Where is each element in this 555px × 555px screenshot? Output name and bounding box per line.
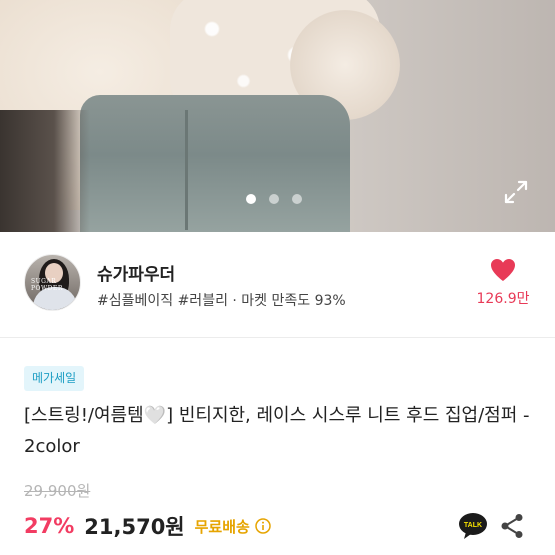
product-title: [스트링!/여름템🤍] 빈티지한, 레이스 시스루 니트 후드 집업/점퍼 - … xyxy=(24,405,530,457)
image-jeans-seam xyxy=(185,110,188,230)
discount-rate: 27% xyxy=(24,514,75,538)
like-count: 126.9만 xyxy=(476,291,530,307)
carousel-dot-2[interactable] xyxy=(269,194,279,204)
original-price: 29,900원 xyxy=(24,482,91,500)
sale-badge: 메가세일 xyxy=(24,366,85,391)
like-button[interactable]: 126.9만 xyxy=(470,258,536,308)
carousel-dot-3[interactable] xyxy=(292,194,302,204)
share-icon[interactable] xyxy=(500,513,524,539)
image-jeans xyxy=(80,95,350,232)
kakao-talk-icon[interactable]: TALK xyxy=(458,512,488,540)
carousel-dot-1[interactable] xyxy=(246,194,256,204)
image-shadow xyxy=(0,110,90,232)
svg-text:TALK: TALK xyxy=(464,522,482,529)
free-shipping-label: 무료배송 xyxy=(194,517,250,536)
price-row: 27% 21,570원 무료배송 xyxy=(24,510,271,542)
seller-tags: #심플베이직 #러블리 · 마켓 만족도 93% xyxy=(97,293,346,309)
avatar-logo-text: SUGAR POWDER xyxy=(31,278,63,292)
seller-name[interactable]: 슈가파우더 xyxy=(97,260,175,285)
heart-icon xyxy=(491,259,515,281)
sale-price: 21,570원 xyxy=(84,515,185,539)
section-divider xyxy=(0,337,555,338)
product-image-carousel[interactable] xyxy=(0,0,555,232)
seller-section: SUGAR POWDER 슈가파우더 #심플베이직 #러블리 · 마켓 만족도 … xyxy=(0,232,555,338)
carousel-indicator xyxy=(246,194,302,204)
info-icon[interactable] xyxy=(255,518,271,534)
expand-icon[interactable] xyxy=(502,178,530,206)
seller-avatar[interactable]: SUGAR POWDER xyxy=(24,254,81,311)
